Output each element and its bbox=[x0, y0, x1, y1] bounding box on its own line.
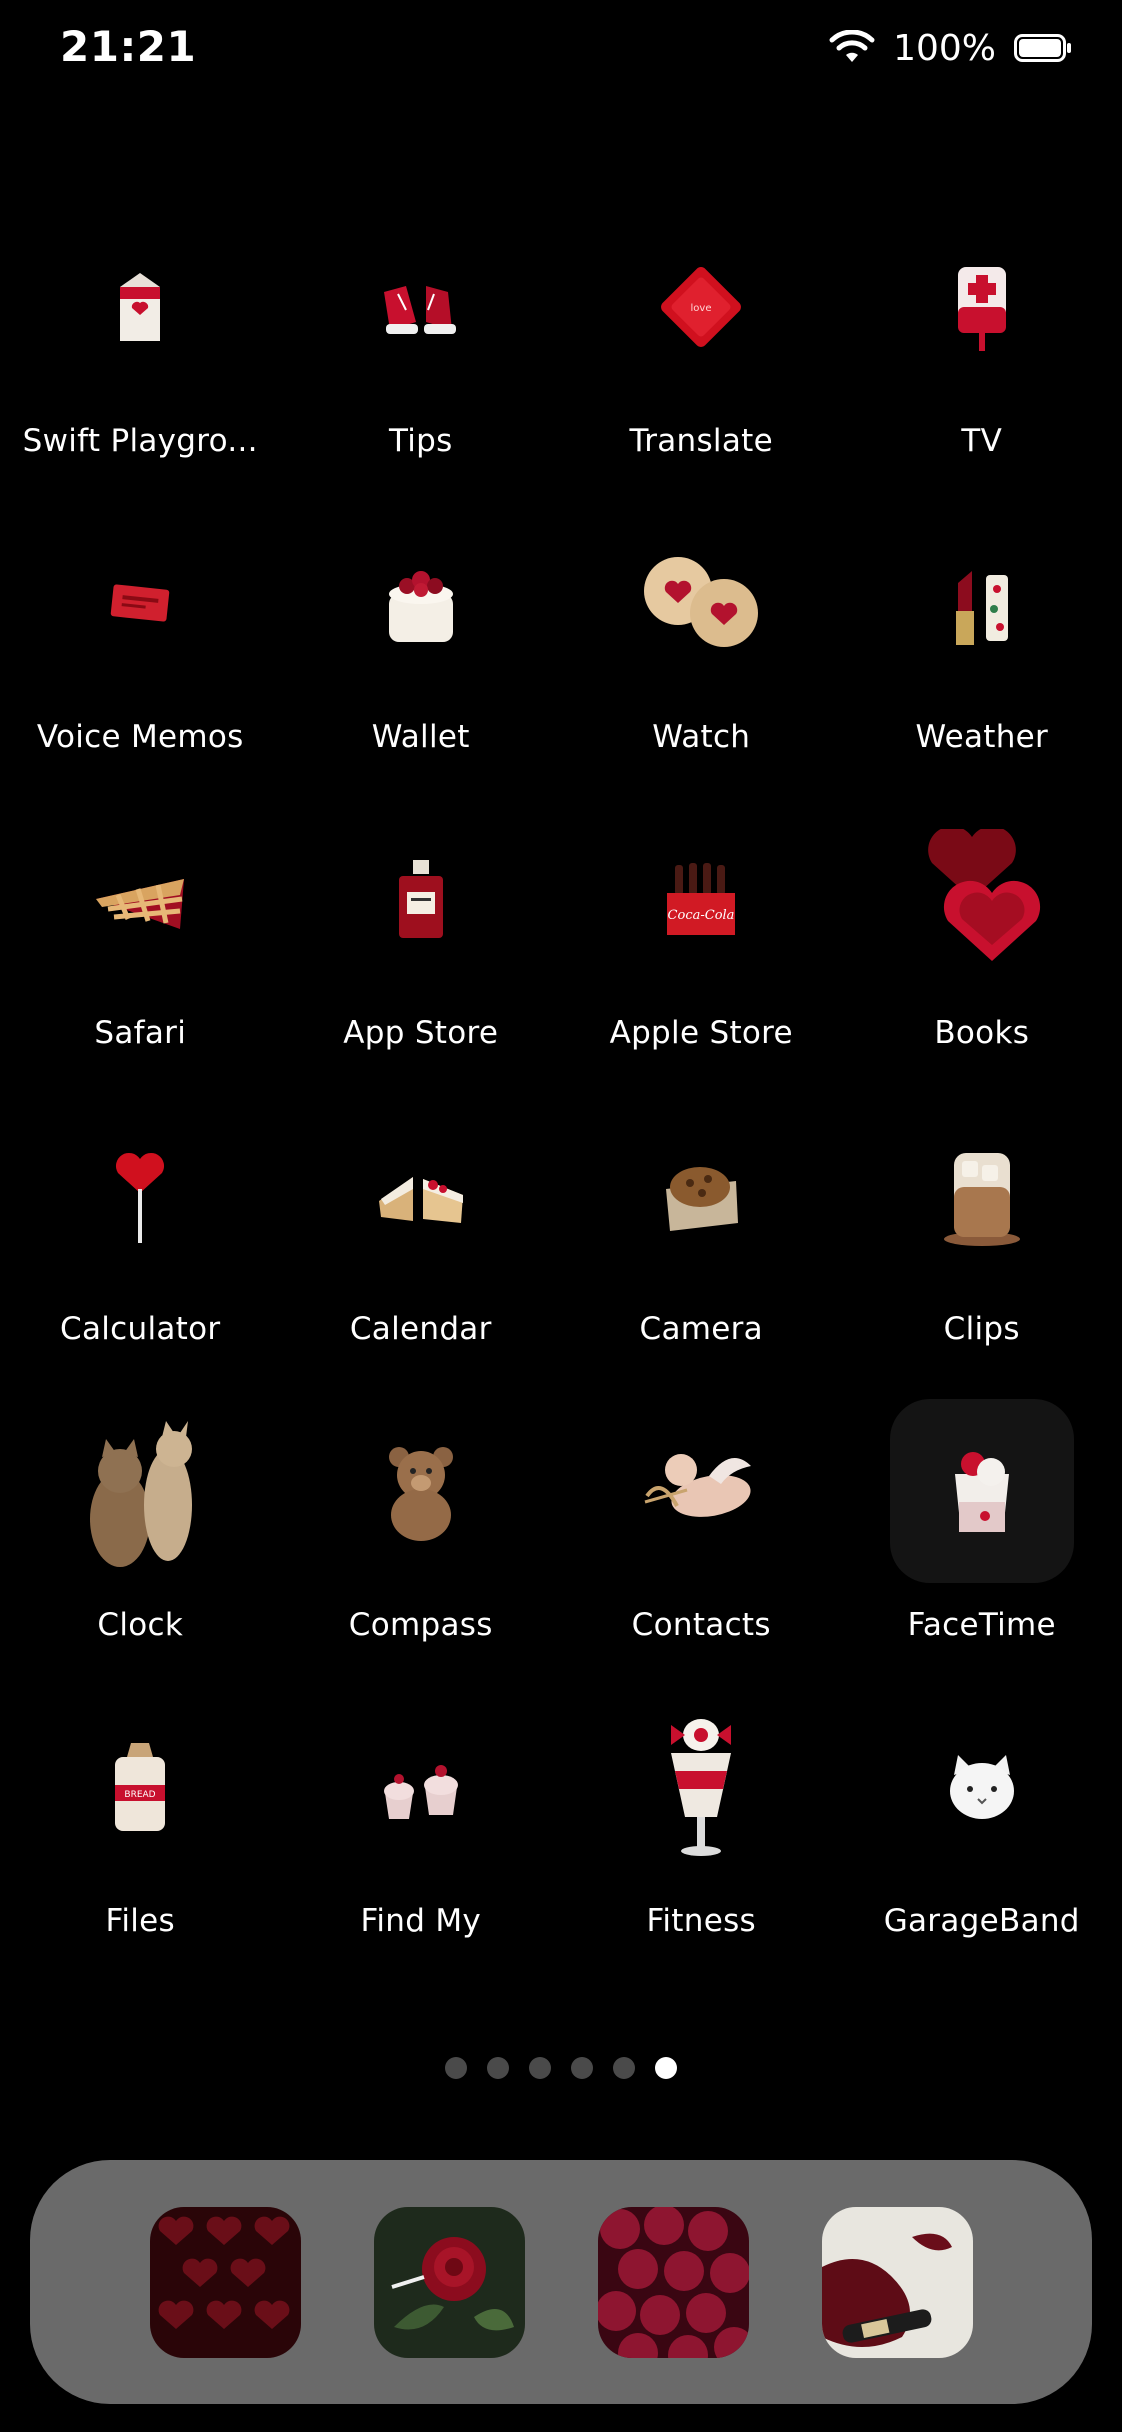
svg-text:love: love bbox=[691, 303, 712, 314]
berry-cake-icon[interactable] bbox=[329, 511, 513, 695]
app-fitness[interactable]: Fitness bbox=[561, 1695, 842, 1991]
page-dot-active[interactable] bbox=[655, 2057, 677, 2079]
app-label: Calculator bbox=[60, 1311, 221, 1347]
red-packet-icon[interactable]: love bbox=[609, 215, 793, 399]
cherry-pie-icon[interactable] bbox=[48, 807, 232, 991]
cats-icon[interactable] bbox=[48, 1399, 232, 1583]
app-label: Compass bbox=[348, 1607, 493, 1643]
dock-app-raspberries[interactable] bbox=[597, 2206, 749, 2358]
app-apple-store[interactable]: Coca-Cola Apple Store bbox=[561, 807, 842, 1103]
app-find-my[interactable]: Find My bbox=[281, 1695, 562, 1991]
battery-icon bbox=[1014, 34, 1072, 62]
perfume-bottle-icon[interactable] bbox=[329, 807, 513, 991]
app-label: Watch bbox=[652, 719, 751, 755]
app-tips[interactable]: Tips bbox=[281, 215, 562, 511]
dock-app-red-rose[interactable] bbox=[373, 2206, 525, 2358]
lipstick-icon[interactable] bbox=[890, 511, 1074, 695]
app-label: Clips bbox=[943, 1311, 1020, 1347]
app-facetime[interactable]: FaceTime bbox=[842, 1399, 1122, 1695]
heart-compact-icon[interactable] bbox=[890, 807, 1074, 991]
app-label: Contacts bbox=[631, 1607, 771, 1643]
cupid-icon[interactable] bbox=[609, 1399, 793, 1583]
strawberry-cup-icon[interactable] bbox=[889, 1399, 1074, 1583]
heart-lollipop-icon[interactable] bbox=[48, 1103, 232, 1287]
status-time: 21:21 bbox=[60, 22, 197, 71]
app-app-store[interactable]: App Store bbox=[281, 807, 562, 1103]
app-label: Safari bbox=[94, 1015, 187, 1051]
cupcakes-icon[interactable] bbox=[329, 1695, 513, 1879]
app-label: Fitness bbox=[646, 1903, 756, 1939]
battery-percent: 100% bbox=[893, 27, 996, 69]
app-voice-memos[interactable]: Voice Memos bbox=[0, 511, 281, 807]
app-label: Tips bbox=[388, 423, 453, 459]
app-label: FaceTime bbox=[907, 1607, 1056, 1643]
app-label: Calendar bbox=[349, 1311, 492, 1347]
bread-bag-icon[interactable]: BREAD bbox=[48, 1695, 232, 1879]
parfait-icon[interactable] bbox=[609, 1695, 793, 1879]
app-label: GarageBand bbox=[883, 1903, 1080, 1939]
svg-text:BREAD: BREAD bbox=[125, 1790, 156, 1800]
cheesecake-icon[interactable] bbox=[329, 1103, 513, 1287]
app-label: Translate bbox=[629, 423, 773, 459]
svg-text:Coca-Cola: Coca-Cola bbox=[668, 908, 735, 923]
dock-app-wine-spill[interactable] bbox=[821, 2206, 973, 2358]
wine-spill-icon bbox=[821, 2206, 973, 2358]
page-dot[interactable] bbox=[613, 2057, 635, 2079]
app-garageband[interactable]: GarageBand bbox=[842, 1695, 1122, 1991]
iced-coffee-icon[interactable] bbox=[890, 1103, 1074, 1287]
status-bar: 21:21 100% bbox=[0, 0, 1122, 96]
cat-plush-icon[interactable] bbox=[890, 1695, 1074, 1879]
app-label: Files bbox=[105, 1903, 176, 1939]
milk-carton-icon[interactable] bbox=[48, 215, 232, 399]
app-camera[interactable]: Camera bbox=[561, 1103, 842, 1399]
app-label: Find My bbox=[360, 1903, 482, 1939]
app-translate[interactable]: love Translate bbox=[561, 215, 842, 511]
raspberries-icon bbox=[597, 2206, 749, 2358]
app-swift-playgrounds[interactable]: Swift Playgro... bbox=[0, 215, 281, 511]
app-tv[interactable]: TV bbox=[842, 215, 1122, 511]
page-dot[interactable] bbox=[445, 2057, 467, 2079]
muffin-icon[interactable] bbox=[609, 1103, 793, 1287]
app-label: Apple Store bbox=[609, 1015, 793, 1051]
app-label: TV bbox=[961, 423, 1003, 459]
status-indicators: 100% bbox=[829, 26, 1072, 70]
app-label: Voice Memos bbox=[36, 719, 244, 755]
heart-chocolates-icon bbox=[149, 2206, 301, 2358]
teddy-bear-icon[interactable] bbox=[329, 1399, 513, 1583]
page-dot[interactable] bbox=[571, 2057, 593, 2079]
app-label: Weather bbox=[915, 719, 1049, 755]
app-label: Camera bbox=[639, 1311, 763, 1347]
app-label: Wallet bbox=[371, 719, 470, 755]
app-grid: Swift Playgro... Tips love Translate TV … bbox=[0, 215, 1122, 1991]
app-clips[interactable]: Clips bbox=[842, 1103, 1122, 1399]
page-indicator[interactable] bbox=[0, 2057, 1122, 2079]
cola-crate-icon[interactable]: Coca-Cola bbox=[609, 807, 793, 991]
app-files[interactable]: BREAD Files bbox=[0, 1695, 281, 1991]
app-label: App Store bbox=[343, 1015, 499, 1051]
app-compass[interactable]: Compass bbox=[281, 1399, 562, 1695]
app-safari[interactable]: Safari bbox=[0, 807, 281, 1103]
wifi-icon bbox=[829, 30, 875, 66]
app-contacts[interactable]: Contacts bbox=[561, 1399, 842, 1695]
blood-bag-icon[interactable] bbox=[890, 215, 1074, 399]
app-weather[interactable]: Weather bbox=[842, 511, 1122, 807]
red-rose-icon bbox=[373, 2206, 525, 2358]
app-wallet[interactable]: Wallet bbox=[281, 511, 562, 807]
app-calendar[interactable]: Calendar bbox=[281, 1103, 562, 1399]
app-calculator[interactable]: Calculator bbox=[0, 1103, 281, 1399]
page-dot[interactable] bbox=[487, 2057, 509, 2079]
heart-cookies-icon[interactable] bbox=[609, 511, 793, 695]
page-dot[interactable] bbox=[529, 2057, 551, 2079]
app-label: Swift Playgro... bbox=[22, 423, 258, 459]
app-clock[interactable]: Clock bbox=[0, 1399, 281, 1695]
dock-app-heart-chocolates[interactable] bbox=[149, 2206, 301, 2358]
app-label: Clock bbox=[97, 1607, 184, 1643]
red-ticket-icon[interactable] bbox=[48, 511, 232, 695]
dock bbox=[30, 2160, 1092, 2404]
app-label: Books bbox=[934, 1015, 1030, 1051]
red-sneakers-icon[interactable] bbox=[329, 215, 513, 399]
app-books[interactable]: Books bbox=[842, 807, 1122, 1103]
app-watch[interactable]: Watch bbox=[561, 511, 842, 807]
